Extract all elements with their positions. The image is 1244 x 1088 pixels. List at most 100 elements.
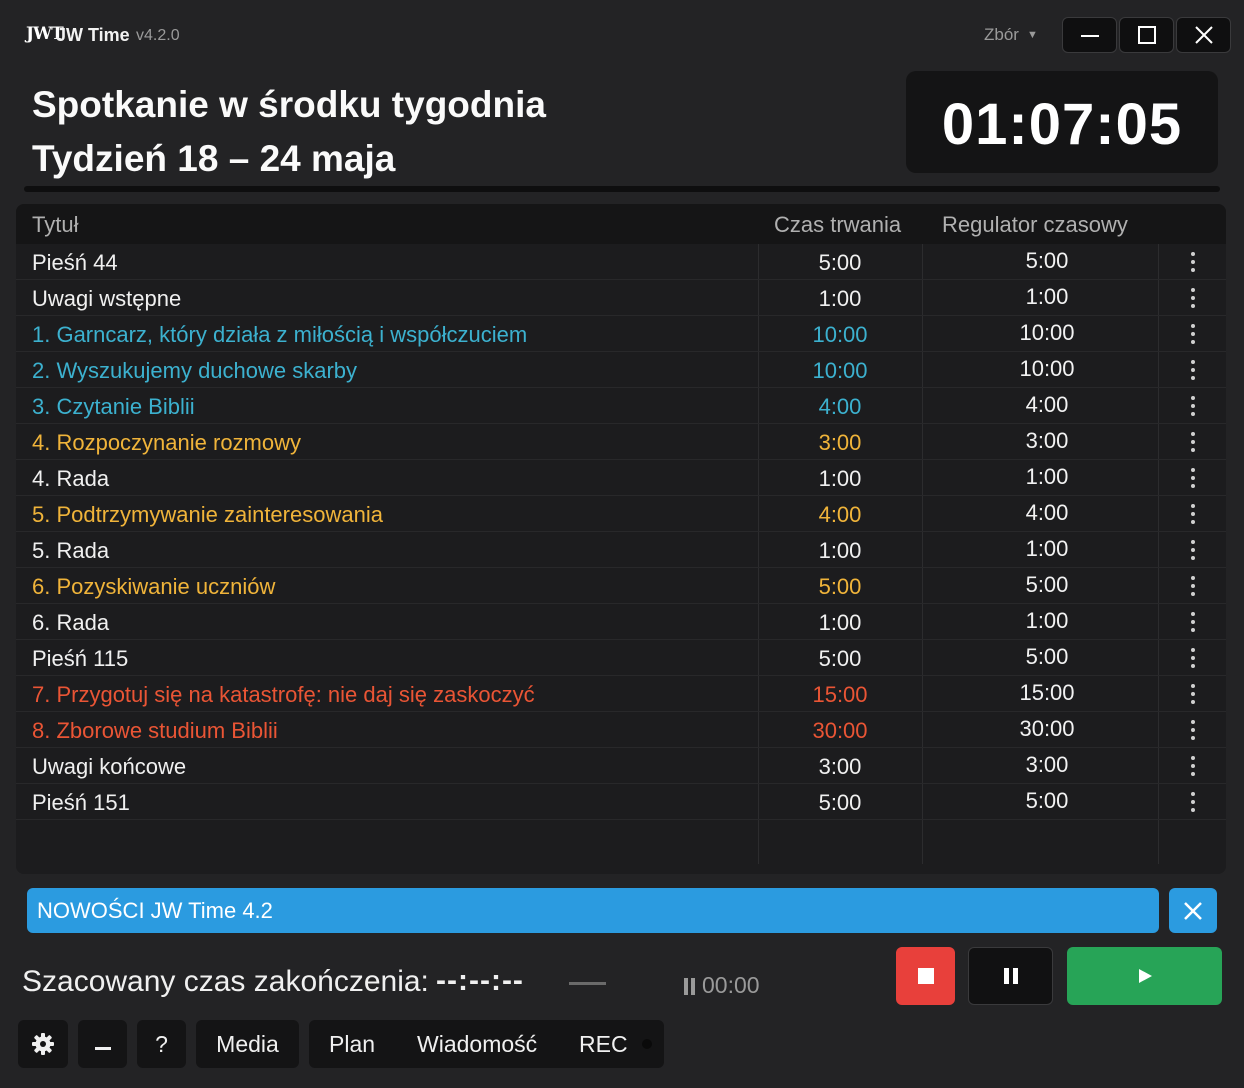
row-regulator[interactable]: 3:00 — [922, 428, 1172, 454]
stop-button[interactable] — [896, 947, 955, 1005]
maximize-button[interactable] — [1119, 17, 1174, 53]
news-banner[interactable]: NOWOŚCI JW Time 4.2 — [27, 888, 1159, 933]
table-row[interactable]: 5. Rada 1:00 1:00 — [16, 532, 1226, 568]
row-title: 5. Podtrzymywanie zainteresowania — [32, 502, 383, 527]
row-menu-button[interactable] — [1176, 320, 1210, 348]
table-row[interactable]: 4. Rozpoczynanie rozmowy 3:00 3:00 — [16, 424, 1226, 460]
rec-button[interactable]: REC — [579, 1031, 652, 1058]
row-regulator[interactable]: 5:00 — [922, 248, 1172, 274]
row-regulator[interactable]: 30:00 — [922, 716, 1172, 742]
table-row[interactable]: 6. Pozyskiwanie uczniów 5:00 5:00 — [16, 568, 1226, 604]
settings-button[interactable] — [18, 1020, 68, 1068]
table-row[interactable]: Uwagi wstępne 1:00 1:00 — [16, 280, 1226, 316]
row-duration: 3:00 — [818, 754, 862, 779]
app-name: JW Time — [56, 25, 130, 45]
table-row[interactable]: 1. Garncarz, który działa z miłością i w… — [16, 316, 1226, 352]
table-body: Pieśń 44 5:00 5:00 Uwagi wstępne 1:00 1:00 1. … — [16, 244, 1226, 820]
play-icon — [1138, 969, 1152, 983]
pause-button[interactable] — [968, 947, 1053, 1005]
app-version: v4.2.0 — [136, 27, 180, 44]
row-menu-button[interactable] — [1176, 644, 1210, 672]
row-regulator[interactable]: 5:00 — [922, 572, 1172, 598]
row-menu-button[interactable] — [1176, 680, 1210, 708]
row-regulator[interactable]: 10:00 — [922, 320, 1172, 346]
row-menu-button[interactable] — [1176, 392, 1210, 420]
row-menu-button[interactable] — [1176, 752, 1210, 780]
row-regulator[interactable]: 3:00 — [922, 752, 1172, 778]
table-row[interactable]: 4. Rada 1:00 1:00 — [16, 460, 1226, 496]
help-button[interactable]: ? — [137, 1020, 186, 1068]
row-title: Pieśń 151 — [32, 790, 130, 815]
row-duration: 30:00 — [812, 718, 868, 743]
row-regulator[interactable]: 1:00 — [922, 464, 1172, 490]
table-row[interactable]: 8. Zborowe studium Biblii 30:00 30:00 — [16, 712, 1226, 748]
row-menu-button[interactable] — [1176, 248, 1210, 276]
table-row[interactable]: 5. Podtrzymywanie zainteresowania 4:00 4:0… — [16, 496, 1226, 532]
row-regulator[interactable]: 15:00 — [922, 680, 1172, 706]
column-header-duration[interactable]: Czas trwania — [774, 212, 901, 238]
meeting-week: Tydzień 18 – 24 maja — [32, 138, 396, 179]
row-menu-button[interactable] — [1176, 356, 1210, 384]
row-duration: 4:00 — [818, 394, 862, 419]
row-menu-button[interactable] — [1176, 788, 1210, 816]
row-title: Pieśń 44 — [32, 250, 118, 275]
row-regulator[interactable]: 10:00 — [922, 356, 1172, 382]
minimize-panel-button[interactable] — [78, 1020, 127, 1068]
row-duration: 5:00 — [818, 790, 862, 815]
row-title: 1. Garncarz, który działa z miłością i w… — [32, 322, 528, 347]
row-duration: 5:00 — [818, 574, 862, 599]
row-duration: 1:00 — [818, 466, 862, 491]
table-row[interactable]: 7. Przygotuj się na katastrofę: nie daj … — [16, 676, 1226, 712]
table-row[interactable]: 3. Czytanie Biblii 4:00 4:00 — [16, 388, 1226, 424]
table-header: Tytuł Czas trwania Regulator czasowy — [16, 204, 1226, 244]
row-menu-button[interactable] — [1176, 536, 1210, 564]
minus-icon — [94, 1047, 111, 1050]
row-menu-button[interactable] — [1176, 428, 1210, 456]
media-button[interactable]: Media — [196, 1020, 299, 1068]
row-regulator[interactable]: 1:00 — [922, 284, 1172, 310]
minimize-button[interactable] — [1062, 17, 1117, 53]
row-menu-button[interactable] — [1176, 608, 1210, 636]
plan-button[interactable]: Plan — [329, 1031, 375, 1058]
table-row[interactable]: 2. Wyszukujemy duchowe skarby 10:00 10:00 — [16, 352, 1226, 388]
row-menu-button[interactable] — [1176, 572, 1210, 600]
row-menu-button[interactable] — [1176, 716, 1210, 744]
row-regulator[interactable]: 1:00 — [922, 608, 1172, 634]
row-menu-button[interactable] — [1176, 464, 1210, 492]
row-regulator[interactable]: 5:00 — [922, 644, 1172, 670]
table-row[interactable]: Pieśń 115 5:00 5:00 — [16, 640, 1226, 676]
media-label: Media — [216, 1031, 279, 1057]
row-title: 3. Czytanie Biblii — [32, 394, 195, 419]
toolbar-group: Plan Wiadomość REC — [309, 1020, 664, 1068]
row-regulator[interactable]: 5:00 — [922, 788, 1172, 814]
meeting-title-line1: Spotkanie w środku tygodnia — [32, 84, 546, 125]
row-title: 7. Przygotuj się na katastrofę: nie daj … — [32, 682, 535, 707]
row-title: 2. Wyszukujemy duchowe skarby — [32, 358, 358, 383]
row-menu-button[interactable] — [1176, 500, 1210, 528]
row-duration: 1:00 — [818, 286, 862, 311]
column-header-regulator[interactable]: Regulator czasowy — [942, 212, 1128, 238]
row-menu-button[interactable] — [1176, 284, 1210, 312]
table-row[interactable]: 6. Rada 1:00 1:00 — [16, 604, 1226, 640]
table-row[interactable]: Uwagi końcowe 3:00 3:00 — [16, 748, 1226, 784]
row-title: Pieśń 115 — [32, 646, 129, 671]
table-row[interactable]: Pieśń 151 5:00 5:00 — [16, 784, 1226, 820]
play-button[interactable] — [1067, 947, 1222, 1005]
column-header-title[interactable]: Tytuł — [32, 212, 78, 238]
close-button[interactable] — [1176, 17, 1231, 53]
meeting-title: Spotkanie w środku tygodnia Tydzień 18 –… — [32, 78, 546, 186]
congregation-label: Zbór — [984, 25, 1019, 44]
row-regulator[interactable]: 4:00 — [922, 392, 1172, 418]
pause-timer-value: 00:00 — [702, 972, 760, 998]
estimated-end-value: --:--:-- — [436, 964, 524, 997]
congregation-dropdown[interactable]: Zbór ▼ — [984, 25, 1038, 45]
row-regulator[interactable]: 1:00 — [922, 536, 1172, 562]
minimize-icon — [1080, 35, 1099, 37]
header-divider — [24, 186, 1220, 192]
pause-indicator-icon — [684, 978, 696, 995]
news-close-button[interactable] — [1169, 888, 1217, 933]
row-title: 4. Rada — [32, 466, 110, 491]
table-row[interactable]: Pieśń 44 5:00 5:00 — [16, 244, 1226, 280]
row-regulator[interactable]: 4:00 — [922, 500, 1172, 526]
message-button[interactable]: Wiadomość — [417, 1031, 537, 1058]
